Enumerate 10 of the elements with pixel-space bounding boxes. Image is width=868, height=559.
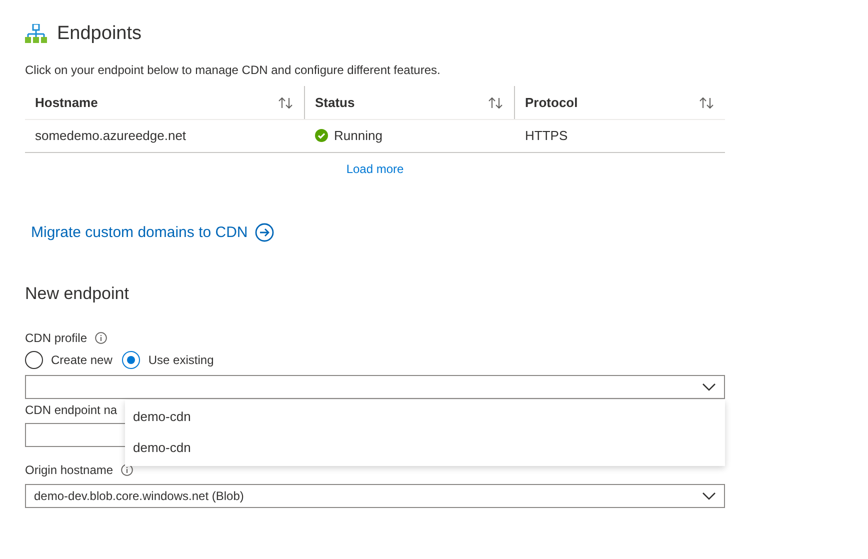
description: Click on your endpoint below to manage CDN and configure different features. xyxy=(25,62,442,78)
radio-label: Use existing xyxy=(148,352,214,368)
section-title: New endpoint xyxy=(25,283,130,305)
table-cell: HTTPS xyxy=(525,128,568,143)
field-label: CDN endpoint na xyxy=(25,402,118,416)
radio-label: Create new xyxy=(51,352,112,368)
field-label: CDN profile xyxy=(25,330,88,346)
table-cell-text: Running xyxy=(334,126,382,145)
page-title: Endpoints xyxy=(57,22,142,46)
field-label: Origin hostname xyxy=(25,462,114,478)
